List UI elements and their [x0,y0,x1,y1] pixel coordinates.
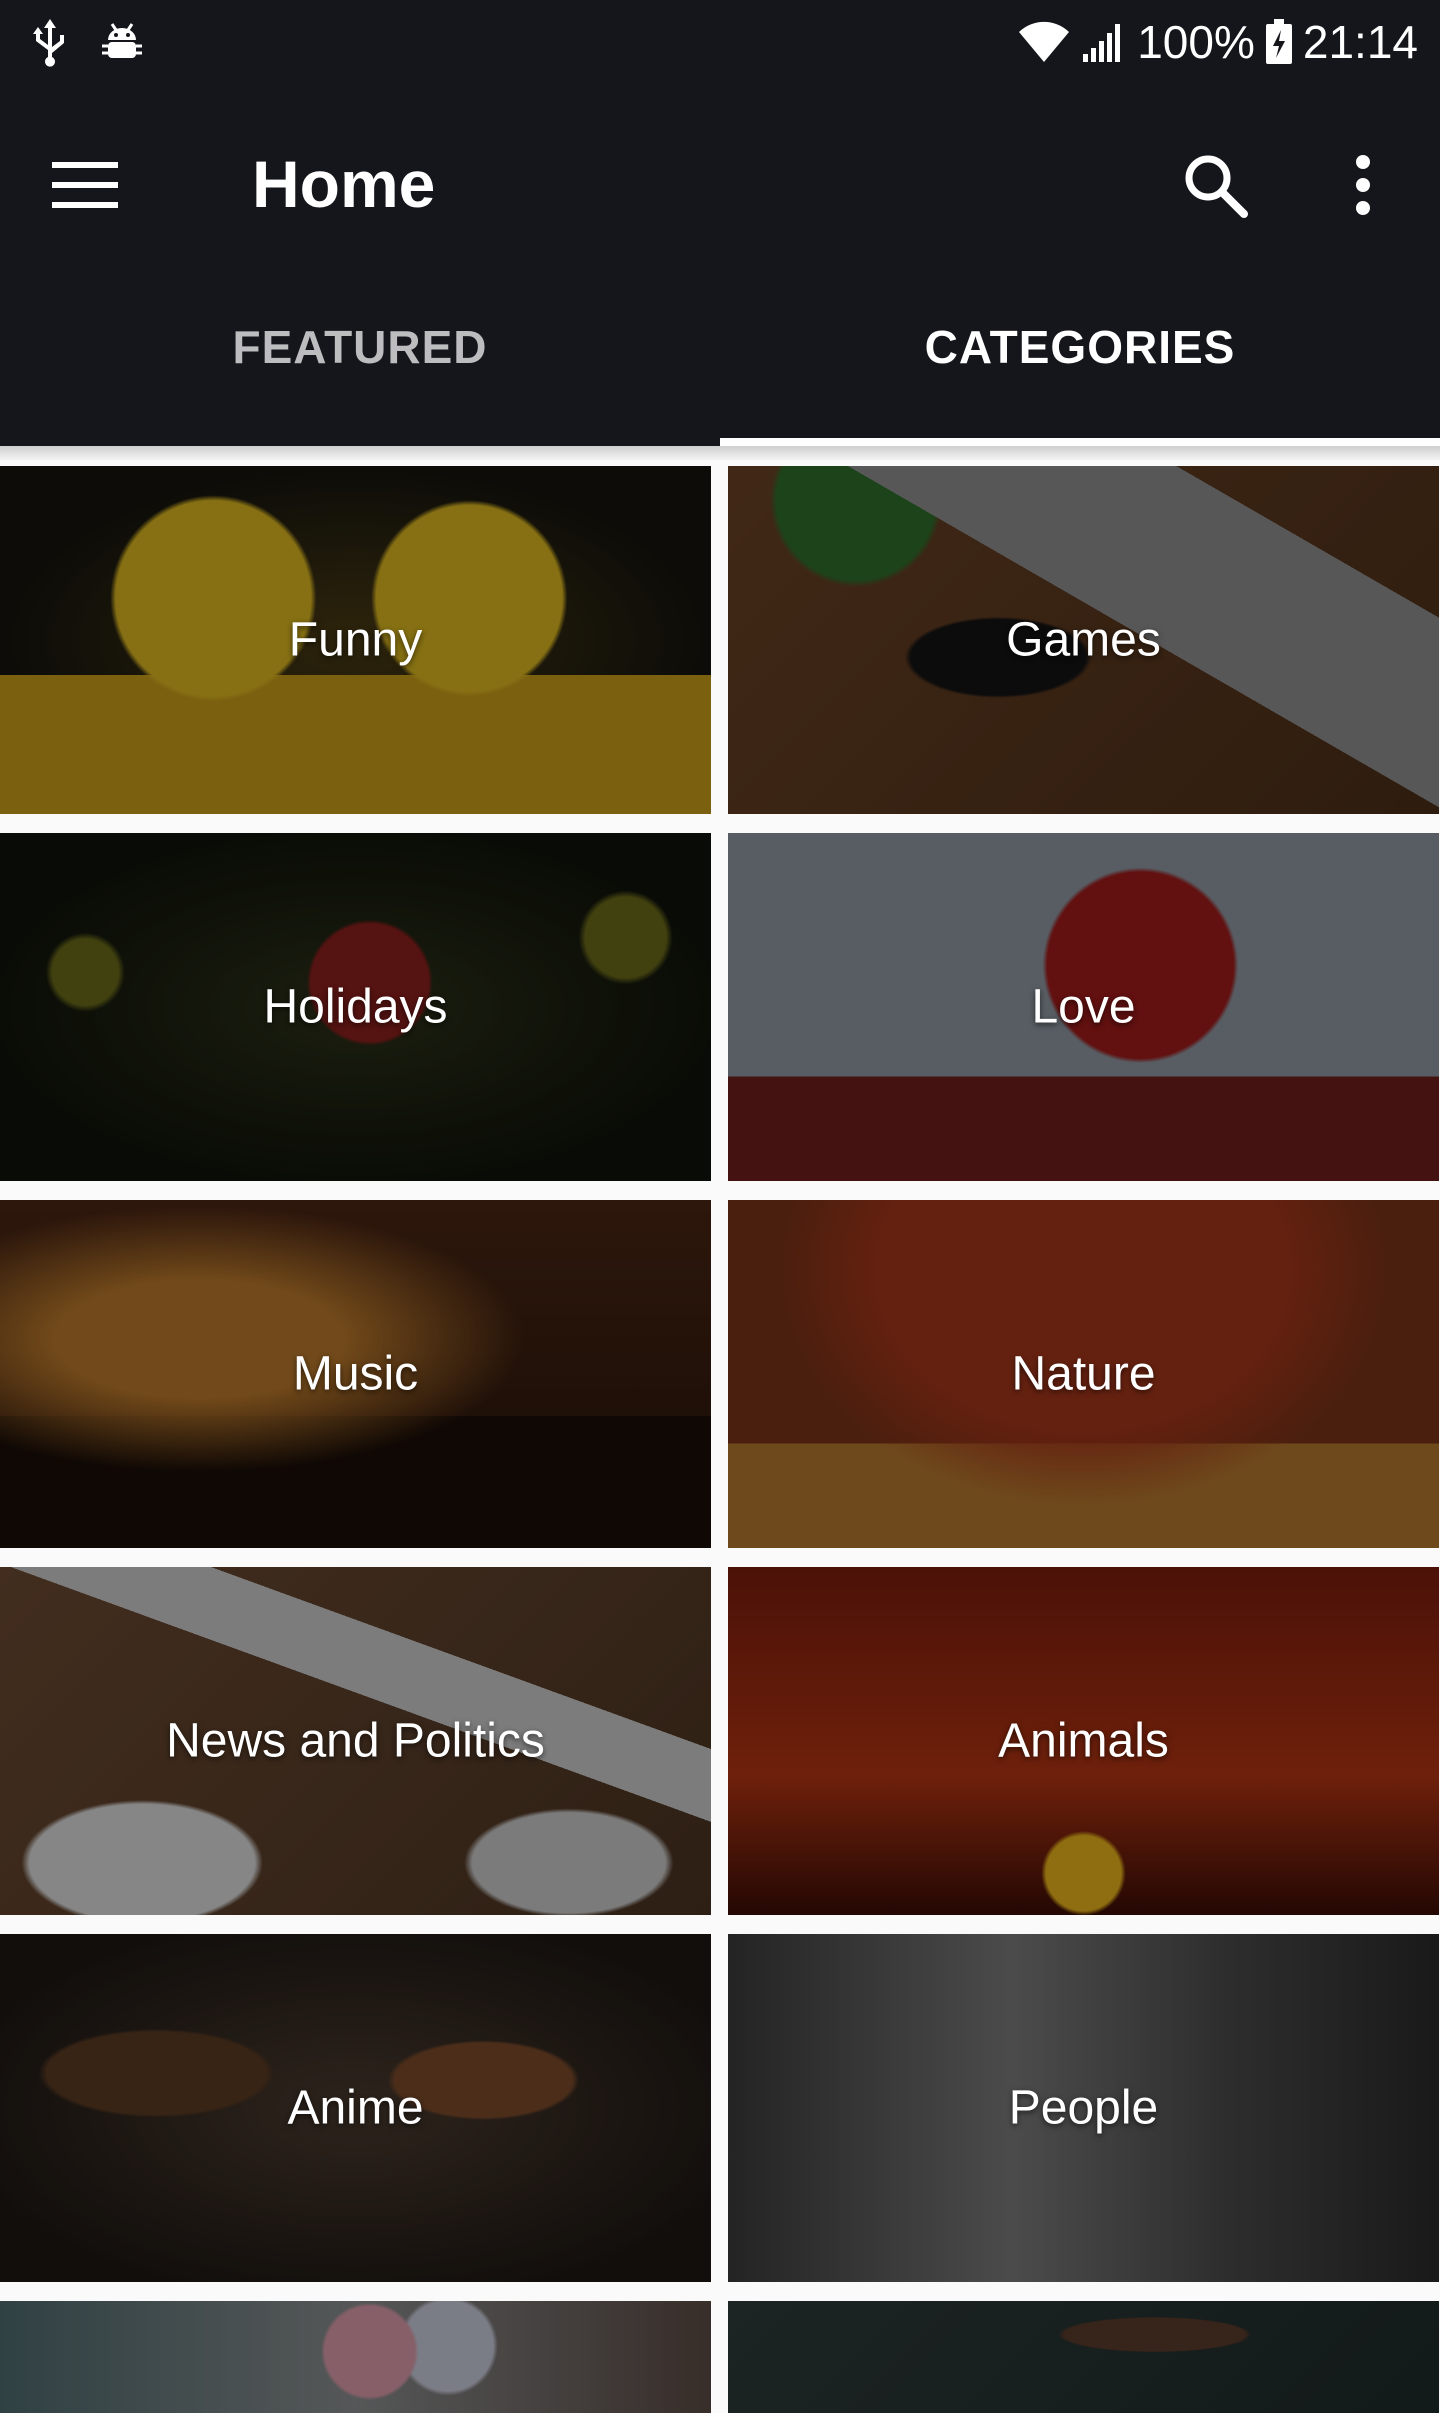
category-label: People [1008,2081,1159,2135]
status-bar: 100% 21:14 [0,0,1440,84]
category-label: Funny [288,613,423,667]
usb-icon [30,17,70,67]
category-tile-anime[interactable]: Anime [0,1934,711,2282]
category-tile-funny[interactable]: Funny [0,466,711,814]
app-bar: Home [0,84,1440,284]
category-tile-love[interactable]: Love [728,833,1439,1181]
wifi-icon [1017,20,1071,64]
app-root: 100% 21:14 Home FEATURED CATEGORIES Funn… [0,0,1440,2413]
category-label: Holidays [263,980,448,1034]
search-button[interactable] [1170,140,1260,230]
search-icon [1185,155,1248,218]
more-options-button[interactable] [1318,140,1408,230]
category-tile-partial-left[interactable] [0,2301,711,2413]
status-right-icons: 100% 21:14 [1017,14,1418,70]
clock: 21:14 [1302,16,1418,68]
category-label: Nature [1011,1347,1156,1401]
category-tile-nature[interactable]: Nature [728,1200,1439,1548]
battery-charging-icon [1265,19,1293,65]
category-tile-games[interactable]: Games [728,466,1439,814]
status-left-icons [30,14,144,70]
battery-percent: 100% [1137,16,1255,68]
category-label: Animals [998,1714,1169,1768]
tab-featured[interactable]: FEATURED [0,284,720,446]
category-label: Anime [287,2081,424,2135]
tab-bar: FEATURED CATEGORIES [0,284,1440,446]
menu-button[interactable] [40,140,130,230]
menu-icon [52,162,118,208]
category-label: Games [1006,613,1161,667]
android-debug-icon [100,20,144,64]
tab-bar-shadow [0,446,1440,460]
category-tile-people[interactable]: People [728,1934,1439,2282]
tab-indicator [720,438,1440,446]
page-title: Home [252,147,436,221]
signal-icon [1081,20,1127,64]
more-vert-icon [1356,155,1370,215]
category-tile-music[interactable]: Music [0,1200,711,1548]
category-tile-news-and-politics[interactable]: News and Politics [0,1567,711,1915]
category-tile-holidays[interactable]: Holidays [0,833,711,1181]
category-label: Love [1031,980,1136,1034]
category-tile-partial-right[interactable] [728,2301,1439,2413]
tab-categories[interactable]: CATEGORIES [720,284,1440,446]
category-label: News and Politics [166,1714,545,1768]
category-label: Music [292,1347,419,1401]
category-tile-animals[interactable]: Animals [728,1567,1439,1915]
